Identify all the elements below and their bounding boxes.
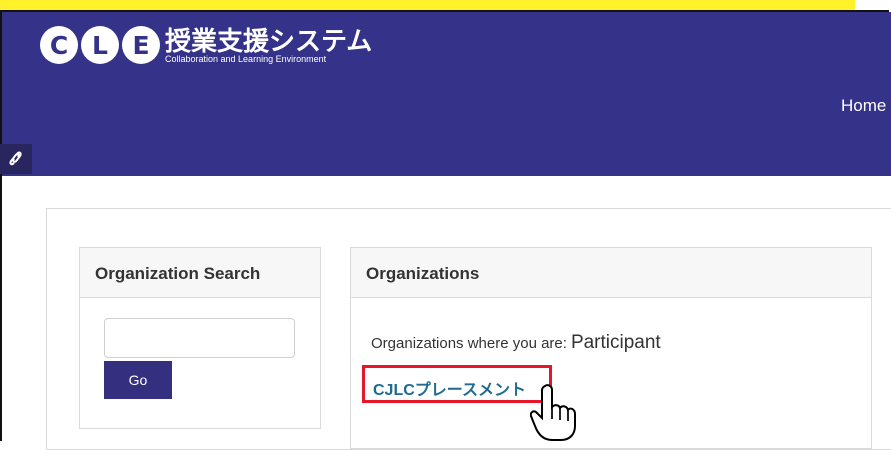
site-header: C L E 授業支援システム Collaboration and Learnin… (2, 12, 891, 176)
link-icon-graphic (9, 151, 22, 166)
go-button[interactable]: Go (104, 361, 172, 399)
logo-letter-e: E (122, 26, 160, 64)
link-icon[interactable] (0, 144, 32, 174)
organization-search-input[interactable] (104, 318, 295, 358)
membership-line: Organizations where you are: Participant (371, 332, 661, 354)
logo-letter-l: L (81, 26, 119, 64)
search-panel-title: Organization Search (80, 248, 320, 298)
logo-text: 授業支援システム Collaboration and Learning Envi… (165, 27, 372, 64)
membership-text: Organizations where you are: (371, 335, 567, 352)
organization-search-panel: Organization Search Go (79, 247, 321, 429)
logo-letter-c: C (40, 26, 78, 64)
cjlc-placement-link[interactable]: CJLCプレースメント (362, 365, 552, 403)
organizations-panel-title: Organizations (351, 248, 871, 298)
logo-title: 授業支援システム (165, 26, 373, 57)
membership-role: Participant (570, 332, 661, 353)
cle-logo[interactable]: C L E 授業支援システム Collaboration and Learnin… (40, 26, 372, 64)
pointer-hand-icon (530, 384, 576, 441)
organizations-panel: Organizations Organizations where you ar… (350, 247, 872, 449)
nav-home-link[interactable]: Home (841, 96, 886, 116)
